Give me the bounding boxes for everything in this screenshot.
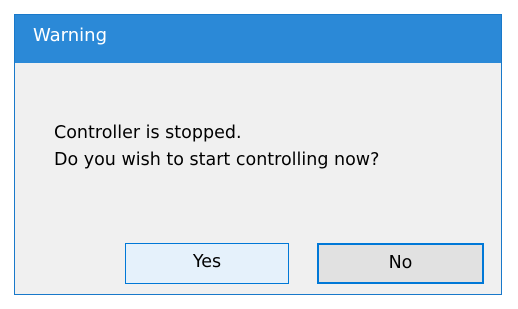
window-title: Warning — [33, 25, 108, 46]
dialog-content: Controller is stopped. Do you wish to st… — [15, 63, 501, 294]
warning-dialog: Warning Controller is stopped. Do you wi… — [14, 14, 502, 295]
dialog-message: Controller is stopped. Do you wish to st… — [54, 120, 379, 174]
message-line-1: Controller is stopped. — [54, 123, 242, 143]
message-line-2: Do you wish to start controlling now? — [54, 150, 380, 170]
yes-button[interactable]: Yes — [125, 243, 289, 284]
title-bar[interactable]: Warning — [15, 15, 501, 63]
no-button[interactable]: No — [317, 243, 484, 284]
